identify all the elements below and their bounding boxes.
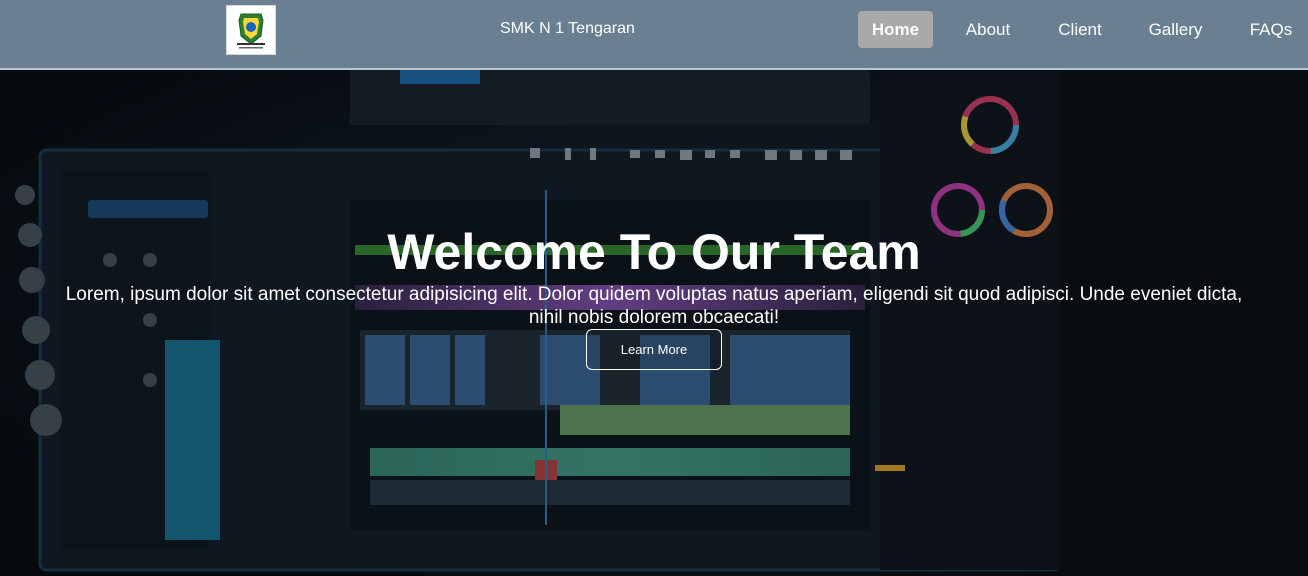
hero-title: Welcome To Our Team (387, 224, 921, 280)
hero-description: Lorem, ipsum dolor sit amet consectetur … (65, 284, 1243, 328)
nav-client[interactable]: Client (1048, 11, 1112, 48)
school-crest-icon[interactable] (226, 5, 276, 55)
nav-home[interactable]: Home (858, 11, 933, 48)
nav-faqs[interactable]: FAQs (1240, 11, 1302, 48)
learn-more-button[interactable]: Learn More (586, 329, 722, 370)
nav-gallery[interactable]: Gallery (1139, 11, 1212, 48)
hero-section: Welcome To Our Team Lorem, ipsum dolor s… (0, 70, 1308, 576)
navbar: SMK N 1 Tengaran Home About Client Galle… (0, 0, 1308, 70)
nav-about[interactable]: About (955, 11, 1021, 48)
brand-name[interactable]: SMK N 1 Tengaran (500, 0, 635, 58)
